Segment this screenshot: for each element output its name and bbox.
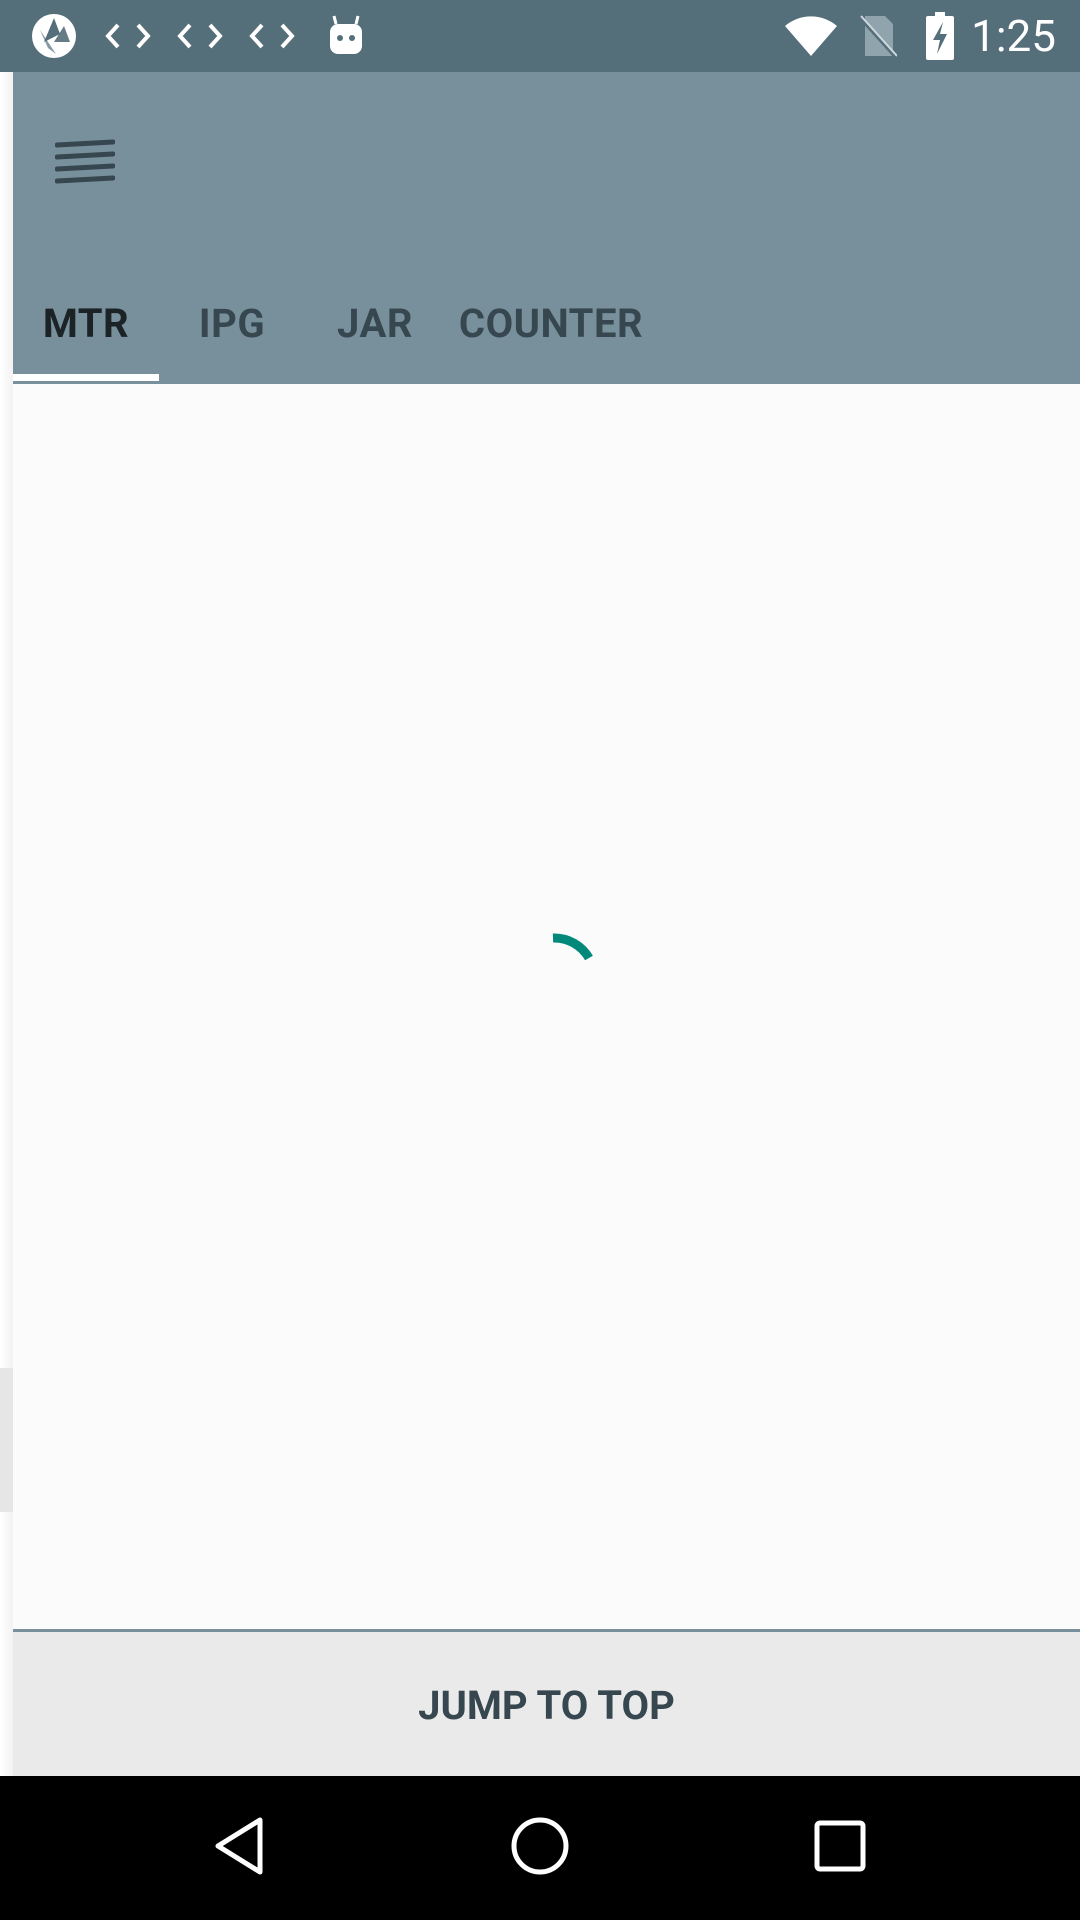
tab-label: IPG — [198, 299, 266, 347]
wifi-icon — [780, 0, 842, 72]
no-sim-icon — [852, 0, 902, 72]
loading-spinner — [536, 920, 616, 1000]
menu-button[interactable] — [43, 122, 127, 206]
tab-label: MTR — [42, 299, 130, 347]
code-icon — [100, 0, 156, 72]
tab-label: JAR — [337, 299, 413, 347]
tab-bar: MTR IPG JAR COUNTER — [13, 262, 1080, 384]
status-bar: 1:25 — [0, 0, 1080, 72]
hamburger-menu-icon — [54, 139, 116, 189]
tab-label: COUNTER — [458, 299, 644, 347]
recents-button[interactable] — [780, 1776, 900, 1920]
drawer-edge-shade — [0, 1368, 13, 1512]
android-icon — [318, 0, 374, 72]
navigation-drawer-edge[interactable] — [0, 72, 13, 1776]
content-area — [13, 384, 1080, 1630]
jump-to-top-label: JUMP TO TOP — [418, 1682, 675, 1729]
code-icon — [172, 0, 228, 72]
tab-indicator — [13, 374, 159, 381]
status-time: 1:25 — [971, 10, 1056, 62]
system-navigation-bar — [0, 1776, 1080, 1920]
code-icon — [244, 0, 300, 72]
app-bar: MTR IPG JAR COUNTER — [13, 72, 1080, 384]
tab-mtr[interactable]: MTR — [13, 262, 159, 384]
tab-ipg[interactable]: IPG — [159, 262, 305, 384]
back-button[interactable] — [180, 1776, 300, 1920]
jump-to-top-button[interactable]: JUMP TO TOP — [13, 1629, 1080, 1779]
screen: 1:25 MTR IPG JAR COUNTER JUMP TO TOP — [0, 0, 1080, 1920]
tab-counter[interactable]: COUNTER — [445, 262, 657, 384]
aperture-icon — [26, 0, 82, 72]
back-icon — [212, 1816, 268, 1880]
home-icon — [510, 1816, 570, 1880]
home-button[interactable] — [480, 1776, 600, 1920]
battery-charging-icon — [918, 0, 962, 72]
recents-icon — [814, 1820, 866, 1876]
tab-jar[interactable]: JAR — [305, 262, 445, 384]
